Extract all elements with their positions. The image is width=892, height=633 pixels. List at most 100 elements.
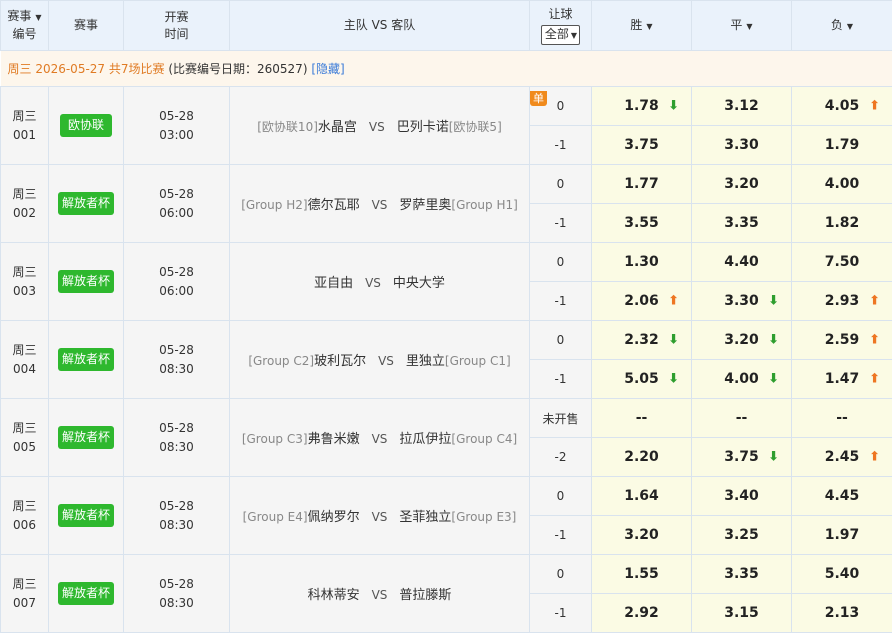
- col-draw-header[interactable]: 平 ▼: [691, 0, 792, 51]
- away-team[interactable]: 拉瓜伊拉: [399, 432, 451, 447]
- col-match-id-line1: 赛事: [7, 9, 32, 23]
- odds-draw-cell[interactable]: 3.15: [691, 593, 792, 633]
- col-lose-header[interactable]: 负 ▼: [791, 0, 892, 51]
- odds-draw-cell[interactable]: 3.35: [691, 203, 792, 243]
- sort-arrow-icon[interactable]: ▼: [35, 13, 41, 22]
- odds-lose-cell[interactable]: 2.59 ⬆: [791, 320, 892, 360]
- odds-lose-cell[interactable]: 7.50: [791, 242, 892, 282]
- odds-draw-cell[interactable]: 3.20: [691, 164, 792, 204]
- match-row: 周三 005 解放者杯 05-28 08:30 [Group C3]弗鲁米嫩 VS 拉瓜伊拉[…: [0, 398, 892, 477]
- away-team[interactable]: 里独立: [406, 354, 445, 369]
- home-rank: [欧协联10]: [257, 120, 318, 134]
- league-badge[interactable]: 解放者杯: [57, 348, 114, 371]
- odds-lose-cell[interactable]: 2.93 ⬆: [791, 281, 892, 321]
- col-match-id-header[interactable]: 赛事 ▼ 编号: [0, 0, 49, 51]
- odds-lose-cell[interactable]: 4.45: [791, 476, 892, 516]
- odds-draw-cell[interactable]: 3.20 ⬇: [691, 320, 792, 360]
- kickoff-time: 03:00: [159, 127, 194, 142]
- home-team[interactable]: 弗鲁米嫩: [308, 432, 360, 447]
- league-badge[interactable]: 解放者杯: [57, 504, 114, 527]
- home-team[interactable]: 亚自由: [314, 276, 353, 291]
- odds-win-cell[interactable]: 2.92: [591, 593, 692, 633]
- league-badge[interactable]: 解放者杯: [57, 270, 114, 293]
- odds-draw-cell[interactable]: --: [691, 398, 792, 438]
- match-weekday: 周三: [12, 420, 37, 435]
- away-rank: [Group C1]: [444, 354, 511, 368]
- odds-lose-cell[interactable]: --: [791, 398, 892, 438]
- odds-win-cell[interactable]: 5.05 ⬇: [591, 359, 692, 399]
- odds-value: 1.82: [824, 215, 860, 231]
- col-win-header[interactable]: 胜 ▼: [591, 0, 692, 51]
- odds-draw-cell[interactable]: 3.30 ⬇: [691, 281, 792, 321]
- match-weekday: 周三: [12, 264, 37, 279]
- away-team[interactable]: 罗萨里奥: [399, 198, 451, 213]
- league-badge[interactable]: 解放者杯: [57, 582, 114, 605]
- odds-win-cell[interactable]: 2.20: [591, 437, 692, 477]
- odds-lose-cell[interactable]: 1.82: [791, 203, 892, 243]
- home-team[interactable]: 德尔瓦耶: [308, 198, 360, 213]
- odds-win-cell[interactable]: 3.20: [591, 515, 692, 555]
- match-number: 007: [13, 595, 36, 610]
- teams-cell: [Group E4]佩纳罗尔 VS 圣菲独立[Group E3]: [229, 476, 530, 555]
- league-badge[interactable]: 欧协联: [60, 114, 112, 137]
- odds-value: 5.05: [624, 371, 659, 387]
- odds-value: 3.55: [624, 215, 659, 231]
- odds-lose-cell[interactable]: 1.79: [791, 125, 892, 165]
- kickoff-date: 05-28: [159, 420, 194, 435]
- match-number: 004: [13, 361, 36, 376]
- odds-win-cell[interactable]: 1.77: [591, 164, 692, 204]
- vs-separator: VS: [365, 276, 381, 290]
- handicap-cell: -1: [529, 359, 592, 399]
- odds-value: 2.20: [624, 449, 659, 465]
- odds-win-cell[interactable]: 3.55: [591, 203, 692, 243]
- odds-draw-cell[interactable]: 3.35: [691, 554, 792, 594]
- kickoff-cell: 05-28 08:30: [123, 476, 230, 555]
- handicap-value: 0: [556, 99, 565, 113]
- handicap-value: -1: [554, 606, 567, 620]
- odds-value: 3.12: [724, 98, 759, 114]
- odds-win-cell[interactable]: 2.06 ⬆: [591, 281, 692, 321]
- home-team[interactable]: 玻利瓦尔: [314, 354, 366, 369]
- home-team[interactable]: 水晶宫: [318, 120, 357, 135]
- odds-draw-cell[interactable]: 3.30: [691, 125, 792, 165]
- odds-lose-cell[interactable]: 2.13: [791, 593, 892, 633]
- odds-lose-cell[interactable]: 4.05 ⬆: [791, 86, 892, 126]
- odds-win-cell[interactable]: 1.64: [591, 476, 692, 516]
- away-team[interactable]: 巴列卡诺: [397, 120, 449, 135]
- home-team[interactable]: 科林蒂安: [308, 588, 360, 603]
- odds-win-cell[interactable]: 3.75: [591, 125, 692, 165]
- odds-win-cell[interactable]: 2.32 ⬇: [591, 320, 692, 360]
- odds-lose-cell[interactable]: 1.97: [791, 515, 892, 555]
- handicap-filter-select[interactable]: 全部 ▼: [540, 25, 581, 45]
- odds-win-cell[interactable]: 1.30: [591, 242, 692, 282]
- odds-lose-cell[interactable]: 1.47 ⬆: [791, 359, 892, 399]
- kickoff-time: 06:00: [159, 205, 194, 220]
- odds-lose-cell[interactable]: 5.40: [791, 554, 892, 594]
- odds-draw-cell[interactable]: 3.40: [691, 476, 792, 516]
- handicap-value: -1: [554, 372, 567, 386]
- chevron-down-icon: ▼: [570, 31, 578, 40]
- odds-draw-cell[interactable]: 4.40: [691, 242, 792, 282]
- odds-draw-cell[interactable]: 4.00 ⬇: [691, 359, 792, 399]
- handicap-value: 0: [556, 333, 565, 347]
- odds-win-cell[interactable]: 1.55: [591, 554, 692, 594]
- odds-draw-cell[interactable]: 3.25: [691, 515, 792, 555]
- col-match-id-line2: 编号: [12, 27, 37, 41]
- odds-lose-cell[interactable]: 2.45 ⬆: [791, 437, 892, 477]
- home-team[interactable]: 佩纳罗尔: [308, 510, 360, 525]
- away-team[interactable]: 普拉滕斯: [399, 588, 451, 603]
- away-team[interactable]: 中央大学: [393, 276, 445, 291]
- league-badge[interactable]: 解放者杯: [57, 426, 114, 449]
- odds-win-cell[interactable]: --: [591, 398, 692, 438]
- match-number: 003: [13, 283, 36, 298]
- teams-cell: [欧协联10]水晶宫 VS 巴列卡诺[欧协联5]: [229, 86, 530, 165]
- odds-value: 4.05: [824, 98, 860, 114]
- league-badge[interactable]: 解放者杯: [57, 192, 114, 215]
- hide-link[interactable]: [隐藏]: [311, 62, 344, 76]
- odds-draw-cell[interactable]: 3.12: [691, 86, 792, 126]
- odds-win-cell[interactable]: 1.78 ⬇: [591, 86, 692, 126]
- odds-lose-cell[interactable]: 4.00: [791, 164, 892, 204]
- away-team[interactable]: 圣菲独立: [399, 510, 451, 525]
- kickoff-cell: 05-28 08:30: [123, 320, 230, 399]
- odds-draw-cell[interactable]: 3.75 ⬇: [691, 437, 792, 477]
